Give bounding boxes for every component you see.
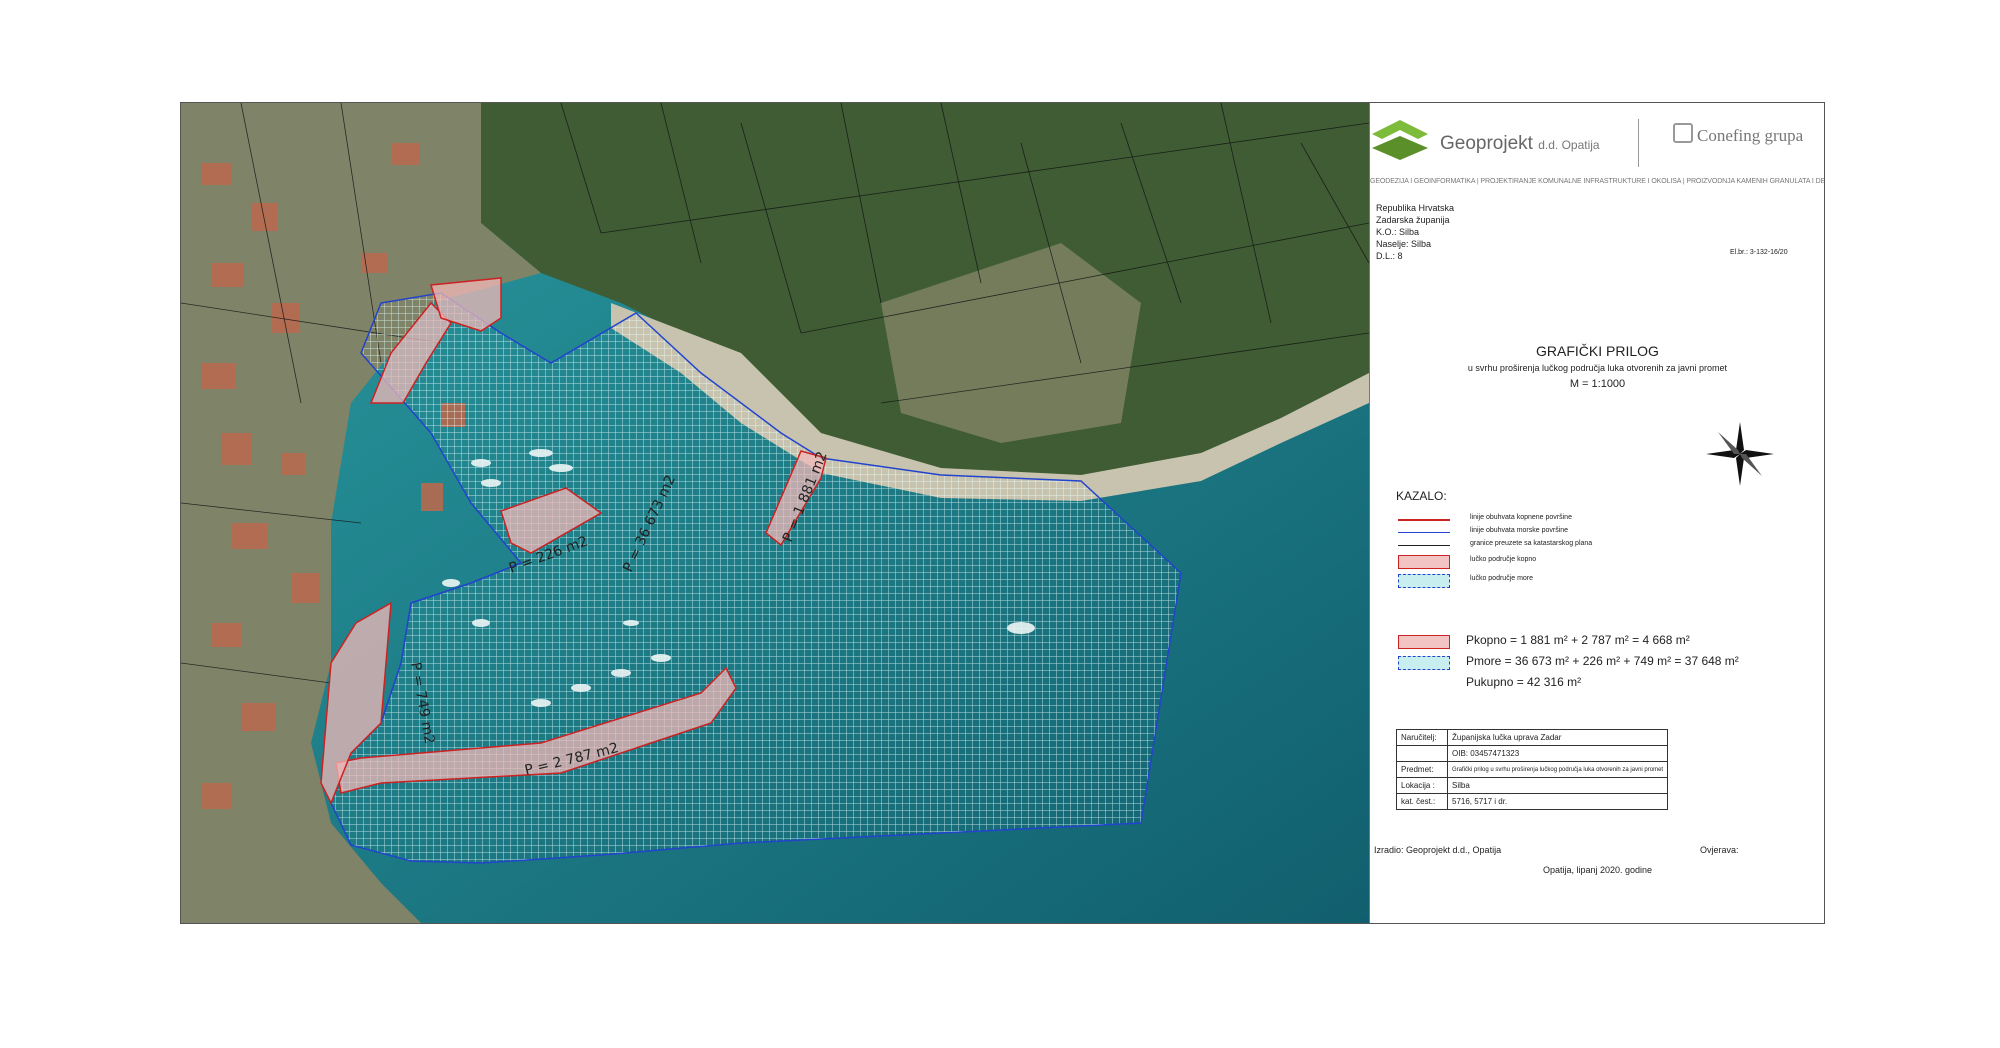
made-by: Izradio: Geoprojekt d.d., Opatija <box>1374 845 1502 855</box>
geoprojekt-logo-icon <box>1372 120 1428 160</box>
company-suffix: d.d. Opatija <box>1538 138 1600 152</box>
table-row: kat. čest.: 5716, 5717 i dr. <box>1396 793 1669 810</box>
place-date: Opatija, lipanj 2020. godine <box>1542 865 1653 875</box>
partner-name: Conefing grupa <box>1697 126 1804 145</box>
location-county: Zadarska županija <box>1376 215 1450 225</box>
compass-rose-icon <box>1706 422 1774 486</box>
meta-key: Predmet: <box>1396 761 1448 778</box>
drawing-subtitle: u svrhu proširenja lučkog područja luka … <box>1467 363 1728 373</box>
area-grand-total: Pukupno = 42 316 m² <box>1466 675 1582 689</box>
reference-number: El.br.: 3-132-16/20 <box>1730 249 1788 256</box>
area-land-total: Pkopno = 1 881 m² + 2 787 m² = 4 668 m² <box>1466 633 1690 647</box>
legend-swatch <box>1398 532 1450 533</box>
drawing-scale: M = 1:1000 <box>1569 378 1626 390</box>
location-sheet: D.L.: 8 <box>1376 251 1403 261</box>
meta-value: Županijska lučka uprava Zadar <box>1446 729 1669 746</box>
logo-divider <box>1638 119 1639 167</box>
location-cadastral: K.O.: Silba <box>1376 227 1420 237</box>
table-row: Predmet: Grafički prilog u svrhu proširen… <box>1396 761 1669 778</box>
area-sea-swatch <box>1398 656 1450 670</box>
table-row: Lokacija : Silba <box>1396 777 1669 794</box>
area-sea-total: Pmore = 36 673 m² + 226 m² + 749 m² = 37… <box>1466 654 1739 668</box>
services-strip: GEODEZIJA I GEOINFORMATIKA | PROJEKTIRAN… <box>1370 178 1825 185</box>
company-name: Geoprojekt d.d. Opatija <box>1440 133 1600 155</box>
legend-label: lučko područje kopno <box>1470 556 1537 563</box>
drawing-title: GRAFIČKI PRILOG <box>1536 343 1659 359</box>
meta-value: OIB: 03457471323 <box>1446 745 1669 762</box>
table-row: Naručitelj: Županijska lučka uprava Zadar <box>1396 729 1669 746</box>
legend-label: lučko područje more <box>1470 575 1534 582</box>
legend-label: linije obuhvata kopnene površine <box>1470 514 1572 521</box>
partner-logo-icon <box>1673 123 1693 143</box>
meta-key: Lokacija : <box>1396 777 1448 794</box>
meta-value: 5716, 5717 i dr. <box>1446 793 1669 810</box>
location-country: Republika Hrvatska <box>1376 203 1455 213</box>
meta-key: Naručitelj: <box>1396 729 1448 746</box>
location-info: Republika Hrvatska Zadarska županija K.O… <box>1376 202 1454 262</box>
legend-swatch <box>1398 519 1450 521</box>
legend-swatch <box>1398 555 1450 569</box>
location-settlement: Naselje: Silba <box>1376 239 1432 249</box>
table-row: OIB: 03457471323 <box>1396 745 1669 762</box>
legend-label: granice preuzete sa katastarskog plana <box>1470 540 1593 547</box>
verified-by: Ovjerava: <box>1700 845 1739 855</box>
title-block-panel: Geoprojekt d.d. Opatija Conefing grupa G… <box>1369 103 1825 923</box>
partner-logo: Conefing grupa <box>1673 123 1803 146</box>
legend-heading: KAZALO: <box>1396 489 1447 503</box>
meta-key: kat. čest.: <box>1396 793 1448 810</box>
legend-label: linije obuhvata morske površine <box>1470 527 1569 534</box>
area-land-swatch <box>1398 635 1450 649</box>
orthophoto-map[interactable]: P = 36 673 m2 P = 1 881 m2 P = 2 787 m2 … <box>181 103 1369 923</box>
company-name-text: Geoprojekt <box>1440 133 1533 154</box>
meta-value: Silba <box>1446 777 1669 794</box>
legend-swatch <box>1398 574 1450 588</box>
project-metadata-table: Naručitelj: Županijska lučka uprava Zadar… <box>1396 729 1669 810</box>
meta-value: Grafički prilog u svrhu proširenja lučko… <box>1446 761 1669 778</box>
drawing-frame: P = 36 673 m2 P = 1 881 m2 P = 2 787 m2 … <box>180 102 1825 924</box>
legend-swatch <box>1398 545 1450 546</box>
meta-key <box>1396 745 1448 762</box>
